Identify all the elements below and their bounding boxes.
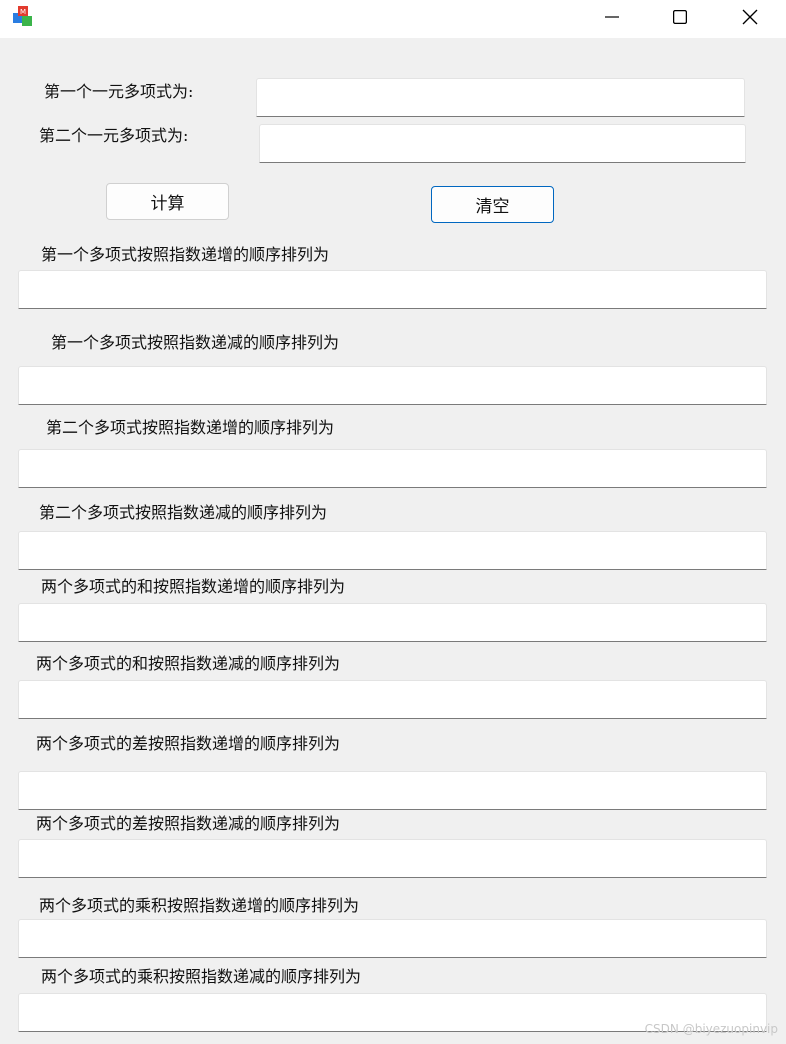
poly2-ascending-output[interactable] — [18, 449, 767, 488]
title-bar: M — [0, 0, 786, 38]
close-icon[interactable] — [720, 0, 780, 34]
output-label: 第一个多项式按照指数递减的顺序排列为 — [51, 333, 340, 352]
output-label: 两个多项式的和按照指数递增的顺序排列为 — [41, 577, 346, 596]
difference-descending-output[interactable] — [18, 839, 767, 878]
output-label: 第二个多项式按照指数递减的顺序排列为 — [39, 503, 328, 522]
poly1-ascending-output[interactable] — [18, 270, 767, 309]
minimize-icon[interactable] — [582, 0, 642, 34]
poly1-input[interactable] — [256, 78, 745, 117]
maximize-icon[interactable] — [650, 0, 710, 34]
output-label: 两个多项式的差按照指数递增的顺序排列为 — [36, 734, 341, 753]
svg-text:M: M — [20, 8, 26, 16]
output-label: 两个多项式的和按照指数递减的顺序排列为 — [36, 654, 341, 673]
output-label: 两个多项式的乘积按照指数递增的顺序排列为 — [39, 896, 360, 915]
poly2-input[interactable] — [259, 124, 746, 163]
watermark: CSDN @biyezuopinvip — [644, 1022, 778, 1036]
sum-descending-output[interactable] — [18, 680, 767, 719]
calculate-button[interactable]: 计算 — [106, 183, 229, 220]
poly2-descending-output[interactable] — [18, 531, 767, 570]
output-label: 第一个多项式按照指数递增的顺序排列为 — [41, 245, 330, 264]
difference-ascending-output[interactable] — [18, 771, 767, 810]
clear-button[interactable]: 清空 — [431, 186, 554, 223]
output-label: 第二个多项式按照指数递增的顺序排列为 — [46, 418, 335, 437]
poly1-descending-output[interactable] — [18, 366, 767, 405]
poly2-label: 第二个一元多项式为: — [39, 126, 189, 145]
output-label: 两个多项式的差按照指数递减的顺序排列为 — [36, 814, 341, 833]
colorful-blocks-app-icon: M — [11, 4, 35, 30]
sum-ascending-output[interactable] — [18, 603, 767, 642]
product-ascending-output[interactable] — [18, 919, 767, 958]
output-label: 两个多项式的乘积按照指数递减的顺序排列为 — [41, 967, 362, 986]
poly1-label: 第一个一元多项式为: — [44, 82, 194, 101]
